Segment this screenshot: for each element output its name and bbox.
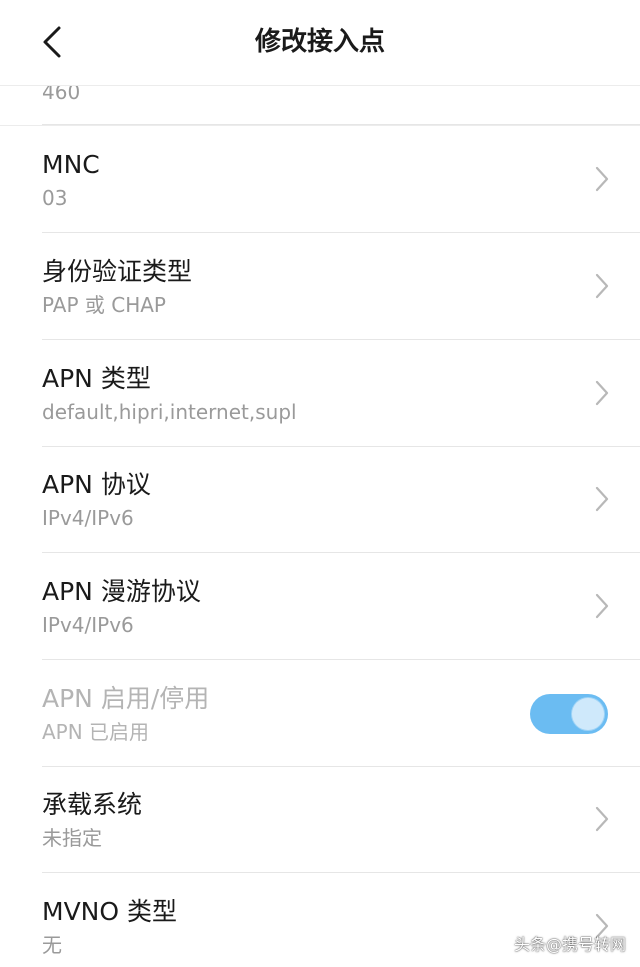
list-item-mnc[interactable]: MNC 03 (0, 126, 640, 233)
apn-enable-toggle[interactable] (530, 694, 608, 734)
chevron-right-icon (594, 485, 610, 513)
list-item-title: MVNO 类型 (42, 897, 177, 926)
list-item-value: IPv4/IPv6 (42, 506, 134, 530)
list-item-title: APN 类型 (42, 364, 151, 393)
divider (42, 124, 640, 125)
list-item-auth-type[interactable]: 身份验证类型 PAP 或 CHAP (0, 233, 640, 340)
list-item-title: APN 协议 (42, 470, 151, 499)
chevron-right-icon (594, 379, 610, 407)
list-item-bearer[interactable]: 承载系统 未指定 (0, 766, 640, 873)
settings-list: 460 MNC 03 身份验证类型 PAP 或 CHAP APN 类型 defa… (0, 86, 640, 967)
list-item-title: MNC (42, 150, 100, 179)
toggle-knob (572, 698, 604, 730)
list-item-value: 无 (42, 933, 62, 957)
page-title: 修改接入点 (254, 27, 385, 57)
list-item-title: APN 启用/停用 (42, 684, 210, 713)
list-item-apn-protocol[interactable]: APN 协议 IPv4/IPv6 (0, 446, 640, 553)
chevron-right-icon (594, 592, 610, 620)
list-item-apn-type[interactable]: APN 类型 default,hipri,internet,supl (0, 340, 640, 447)
chevron-right-icon (594, 165, 610, 193)
list-item-value: APN 已启用 (42, 720, 150, 744)
list-item-value: PAP 或 CHAP (42, 293, 166, 317)
list-item-apn-roaming-protocol[interactable]: APN 漫游协议 IPv4/IPv6 (0, 553, 640, 660)
list-item-title: 身份验证类型 (42, 257, 193, 286)
chevron-right-icon (594, 272, 610, 300)
list-item-apn-enable[interactable]: APN 启用/停用 APN 已启用 (0, 660, 640, 767)
chevron-right-icon (594, 805, 610, 833)
list-item-title: 承载系统 (42, 790, 143, 819)
list-item-value: 460 (42, 86, 81, 104)
app-header: 修改接入点 (0, 0, 640, 86)
list-item-mcc-partial[interactable]: 460 (0, 86, 640, 126)
list-item-value: default,hipri,internet,supl (42, 400, 297, 424)
list-item-value: 03 (42, 186, 68, 210)
list-item-value: IPv4/IPv6 (42, 613, 134, 637)
list-item-value: 未指定 (42, 826, 102, 850)
watermark: 头条@携号转网 (513, 935, 626, 954)
list-item-title: APN 漫游协议 (42, 577, 201, 606)
